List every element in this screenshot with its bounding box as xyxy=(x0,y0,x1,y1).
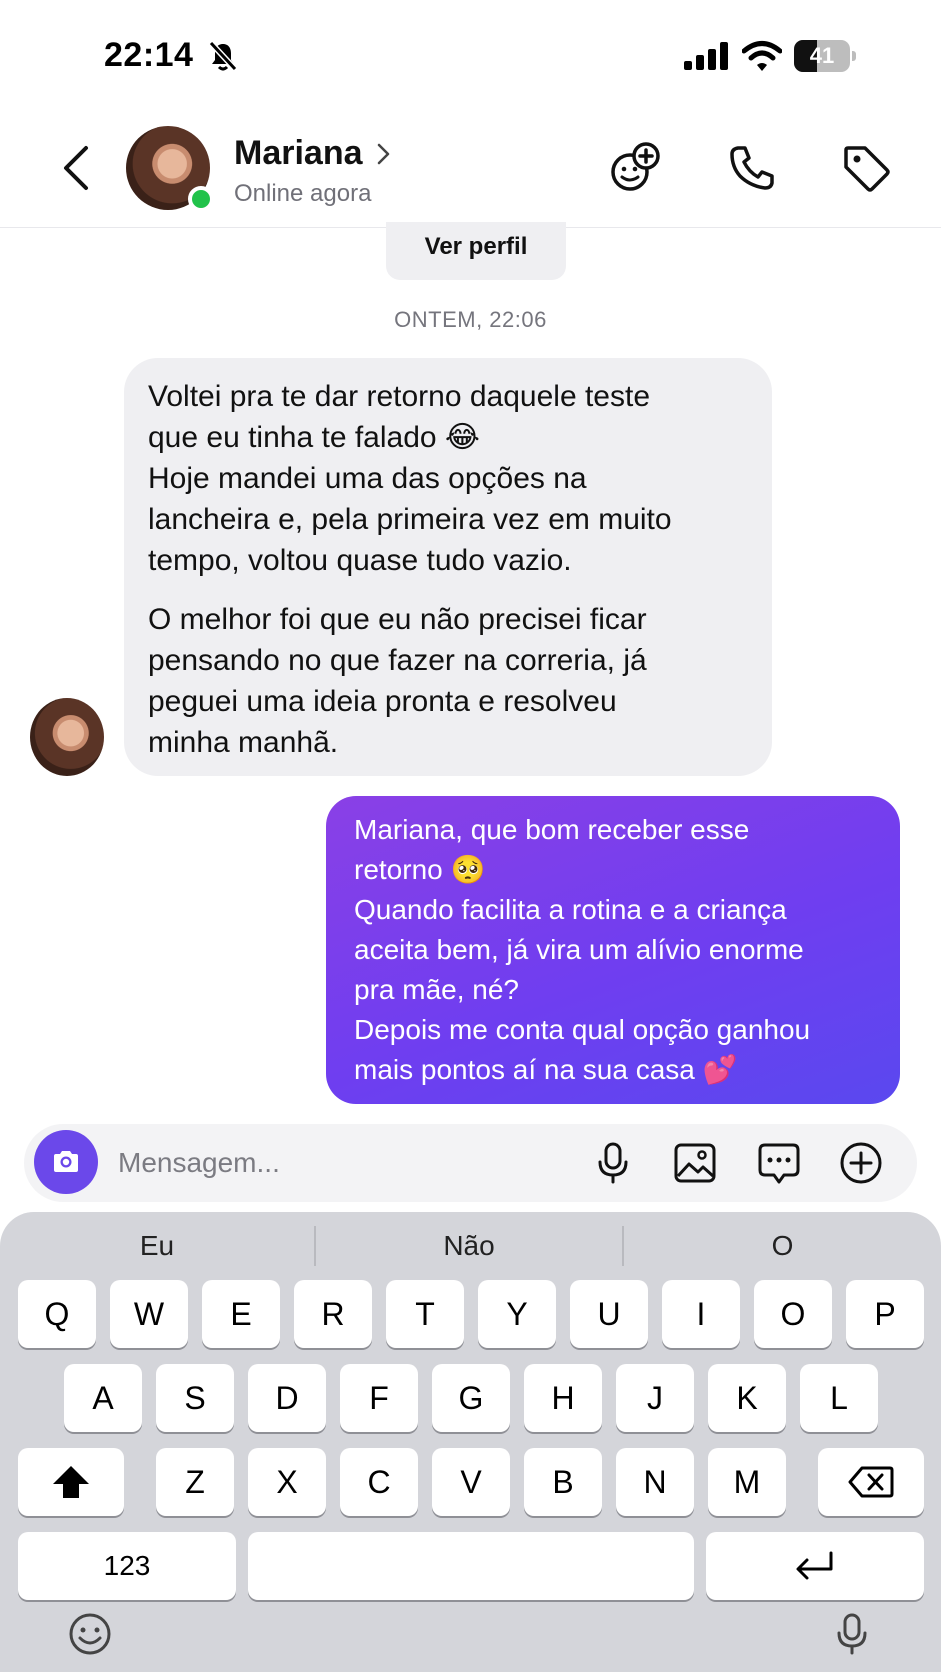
gallery-icon[interactable] xyxy=(672,1140,718,1186)
message-line: retorno 🥺 xyxy=(354,854,486,885)
camera-button[interactable] xyxy=(34,1130,98,1194)
microphone-icon[interactable] xyxy=(590,1140,636,1186)
key-n[interactable]: N xyxy=(616,1448,694,1516)
chevron-right-icon xyxy=(377,143,389,164)
contact-name: Mariana xyxy=(234,134,363,172)
message-line: Quando facilita a rotina e a criança xyxy=(354,894,787,925)
back-chevron-icon[interactable] xyxy=(56,142,96,194)
key-u[interactable]: U xyxy=(570,1280,648,1348)
suggestion-bar: Eu Não O xyxy=(0,1212,941,1280)
contact-name-link[interactable]: Mariana xyxy=(234,134,393,173)
tag-icon[interactable] xyxy=(838,140,894,196)
incoming-paragraph-2: O melhor foi que eu não precisei ficar p… xyxy=(148,599,748,763)
key-a[interactable]: A xyxy=(64,1364,142,1432)
message-line: peguei uma ideia pronta e resolveu xyxy=(148,685,617,718)
suggestion-item[interactable]: Eu xyxy=(0,1212,314,1280)
key-p[interactable]: P xyxy=(846,1280,924,1348)
date-separator: ONTEM, 22:06 xyxy=(394,307,547,332)
suggestion-item[interactable]: O xyxy=(624,1212,941,1280)
message-line: tempo, voltou quase tudo vazio. xyxy=(148,544,572,577)
key-b[interactable]: B xyxy=(524,1448,602,1516)
bell-muted-icon xyxy=(208,40,238,72)
shift-icon xyxy=(53,1466,89,1498)
outgoing-message-text: Mariana, que bom receber esse retorno 🥺 … xyxy=(354,810,872,1090)
chat-header: Mariana Online agora xyxy=(0,112,941,228)
return-key[interactable] xyxy=(706,1532,924,1600)
key-x[interactable]: X xyxy=(248,1448,326,1516)
key-t[interactable]: T xyxy=(386,1280,464,1348)
keyboard: Eu Não O Q W E R T Y U I O P A S D F G H… xyxy=(0,1212,941,1672)
status-bar: 22:14 41 xyxy=(0,0,941,112)
phone-icon[interactable] xyxy=(724,140,780,196)
message-line: minha manhã. xyxy=(148,726,339,759)
sender-avatar[interactable] xyxy=(30,698,104,776)
backspace-key[interactable] xyxy=(818,1448,924,1516)
dictation-icon[interactable] xyxy=(830,1612,874,1656)
key-r[interactable]: R xyxy=(294,1280,372,1348)
key-g[interactable]: G xyxy=(432,1364,510,1432)
key-l[interactable]: L xyxy=(800,1364,878,1432)
outgoing-message-bubble[interactable]: Mariana, que bom receber esse retorno 🥺 … xyxy=(326,796,900,1104)
key-j[interactable]: J xyxy=(616,1364,694,1432)
cellular-signal-icon xyxy=(684,42,728,70)
message-input[interactable] xyxy=(118,1138,538,1188)
battery-level-text: 41 xyxy=(809,43,835,68)
key-i[interactable]: I xyxy=(662,1280,740,1348)
message-line: Voltei pra te dar retorno daquele teste xyxy=(148,380,651,413)
key-v[interactable]: V xyxy=(432,1448,510,1516)
key-w[interactable]: W xyxy=(110,1280,188,1348)
wifi-icon xyxy=(742,41,782,71)
message-line: Mariana, que bom receber esse xyxy=(354,814,750,845)
key-e[interactable]: E xyxy=(202,1280,280,1348)
return-icon xyxy=(796,1551,833,1580)
key-m[interactable]: M xyxy=(708,1448,786,1516)
incoming-paragraph-1: Voltei pra te dar retorno daquele teste … xyxy=(148,376,748,581)
key-f[interactable]: F xyxy=(340,1364,418,1432)
message-line: O melhor foi que eu não precisei ficar xyxy=(148,603,647,636)
message-line: Depois me conta qual opção ganhou xyxy=(354,1014,811,1045)
battery-indicator: 41 xyxy=(794,40,856,72)
suggestion-item[interactable]: Não xyxy=(316,1212,622,1280)
key-z[interactable]: Z xyxy=(156,1448,234,1516)
message-line: Hoje mandei uma das opções na xyxy=(148,462,587,495)
games-icon[interactable] xyxy=(608,140,664,196)
key-o[interactable]: O xyxy=(754,1280,832,1348)
key-q[interactable]: Q xyxy=(18,1280,96,1348)
shift-key[interactable] xyxy=(18,1448,124,1516)
plus-icon[interactable] xyxy=(838,1140,884,1186)
message-line: lancheira e, pela primeira vez em muito xyxy=(148,503,672,536)
key-s[interactable]: S xyxy=(156,1364,234,1432)
key-h[interactable]: H xyxy=(524,1364,602,1432)
contact-status: Online agora xyxy=(234,180,372,207)
message-line: pensando no que fazer na correria, já xyxy=(148,644,647,677)
camera-icon xyxy=(54,1151,78,1172)
message-composer xyxy=(24,1124,917,1202)
view-profile-button[interactable]: Ver perfil xyxy=(386,222,566,280)
key-c[interactable]: C xyxy=(340,1448,418,1516)
contact-avatar[interactable] xyxy=(126,126,214,212)
message-line: que eu tinha te falado 😂 xyxy=(148,421,480,454)
emoji-icon[interactable] xyxy=(68,1612,112,1656)
key-k[interactable]: K xyxy=(708,1364,786,1432)
message-line: pra mãe, né? xyxy=(354,974,519,1005)
online-indicator xyxy=(188,186,214,212)
message-line: aceita bem, já vira um alívio enorme xyxy=(354,934,804,965)
key-y[interactable]: Y xyxy=(478,1280,556,1348)
incoming-message-bubble[interactable]: Voltei pra te dar retorno daquele teste … xyxy=(124,358,772,776)
sticker-icon[interactable] xyxy=(756,1140,802,1186)
status-time: 22:14 xyxy=(104,36,194,74)
numbers-key[interactable]: 123 xyxy=(18,1532,236,1600)
message-line: mais pontos aí na sua casa 💕 xyxy=(354,1054,738,1085)
key-d[interactable]: D xyxy=(248,1364,326,1432)
space-key[interactable] xyxy=(248,1532,694,1600)
backspace-icon xyxy=(848,1466,894,1498)
